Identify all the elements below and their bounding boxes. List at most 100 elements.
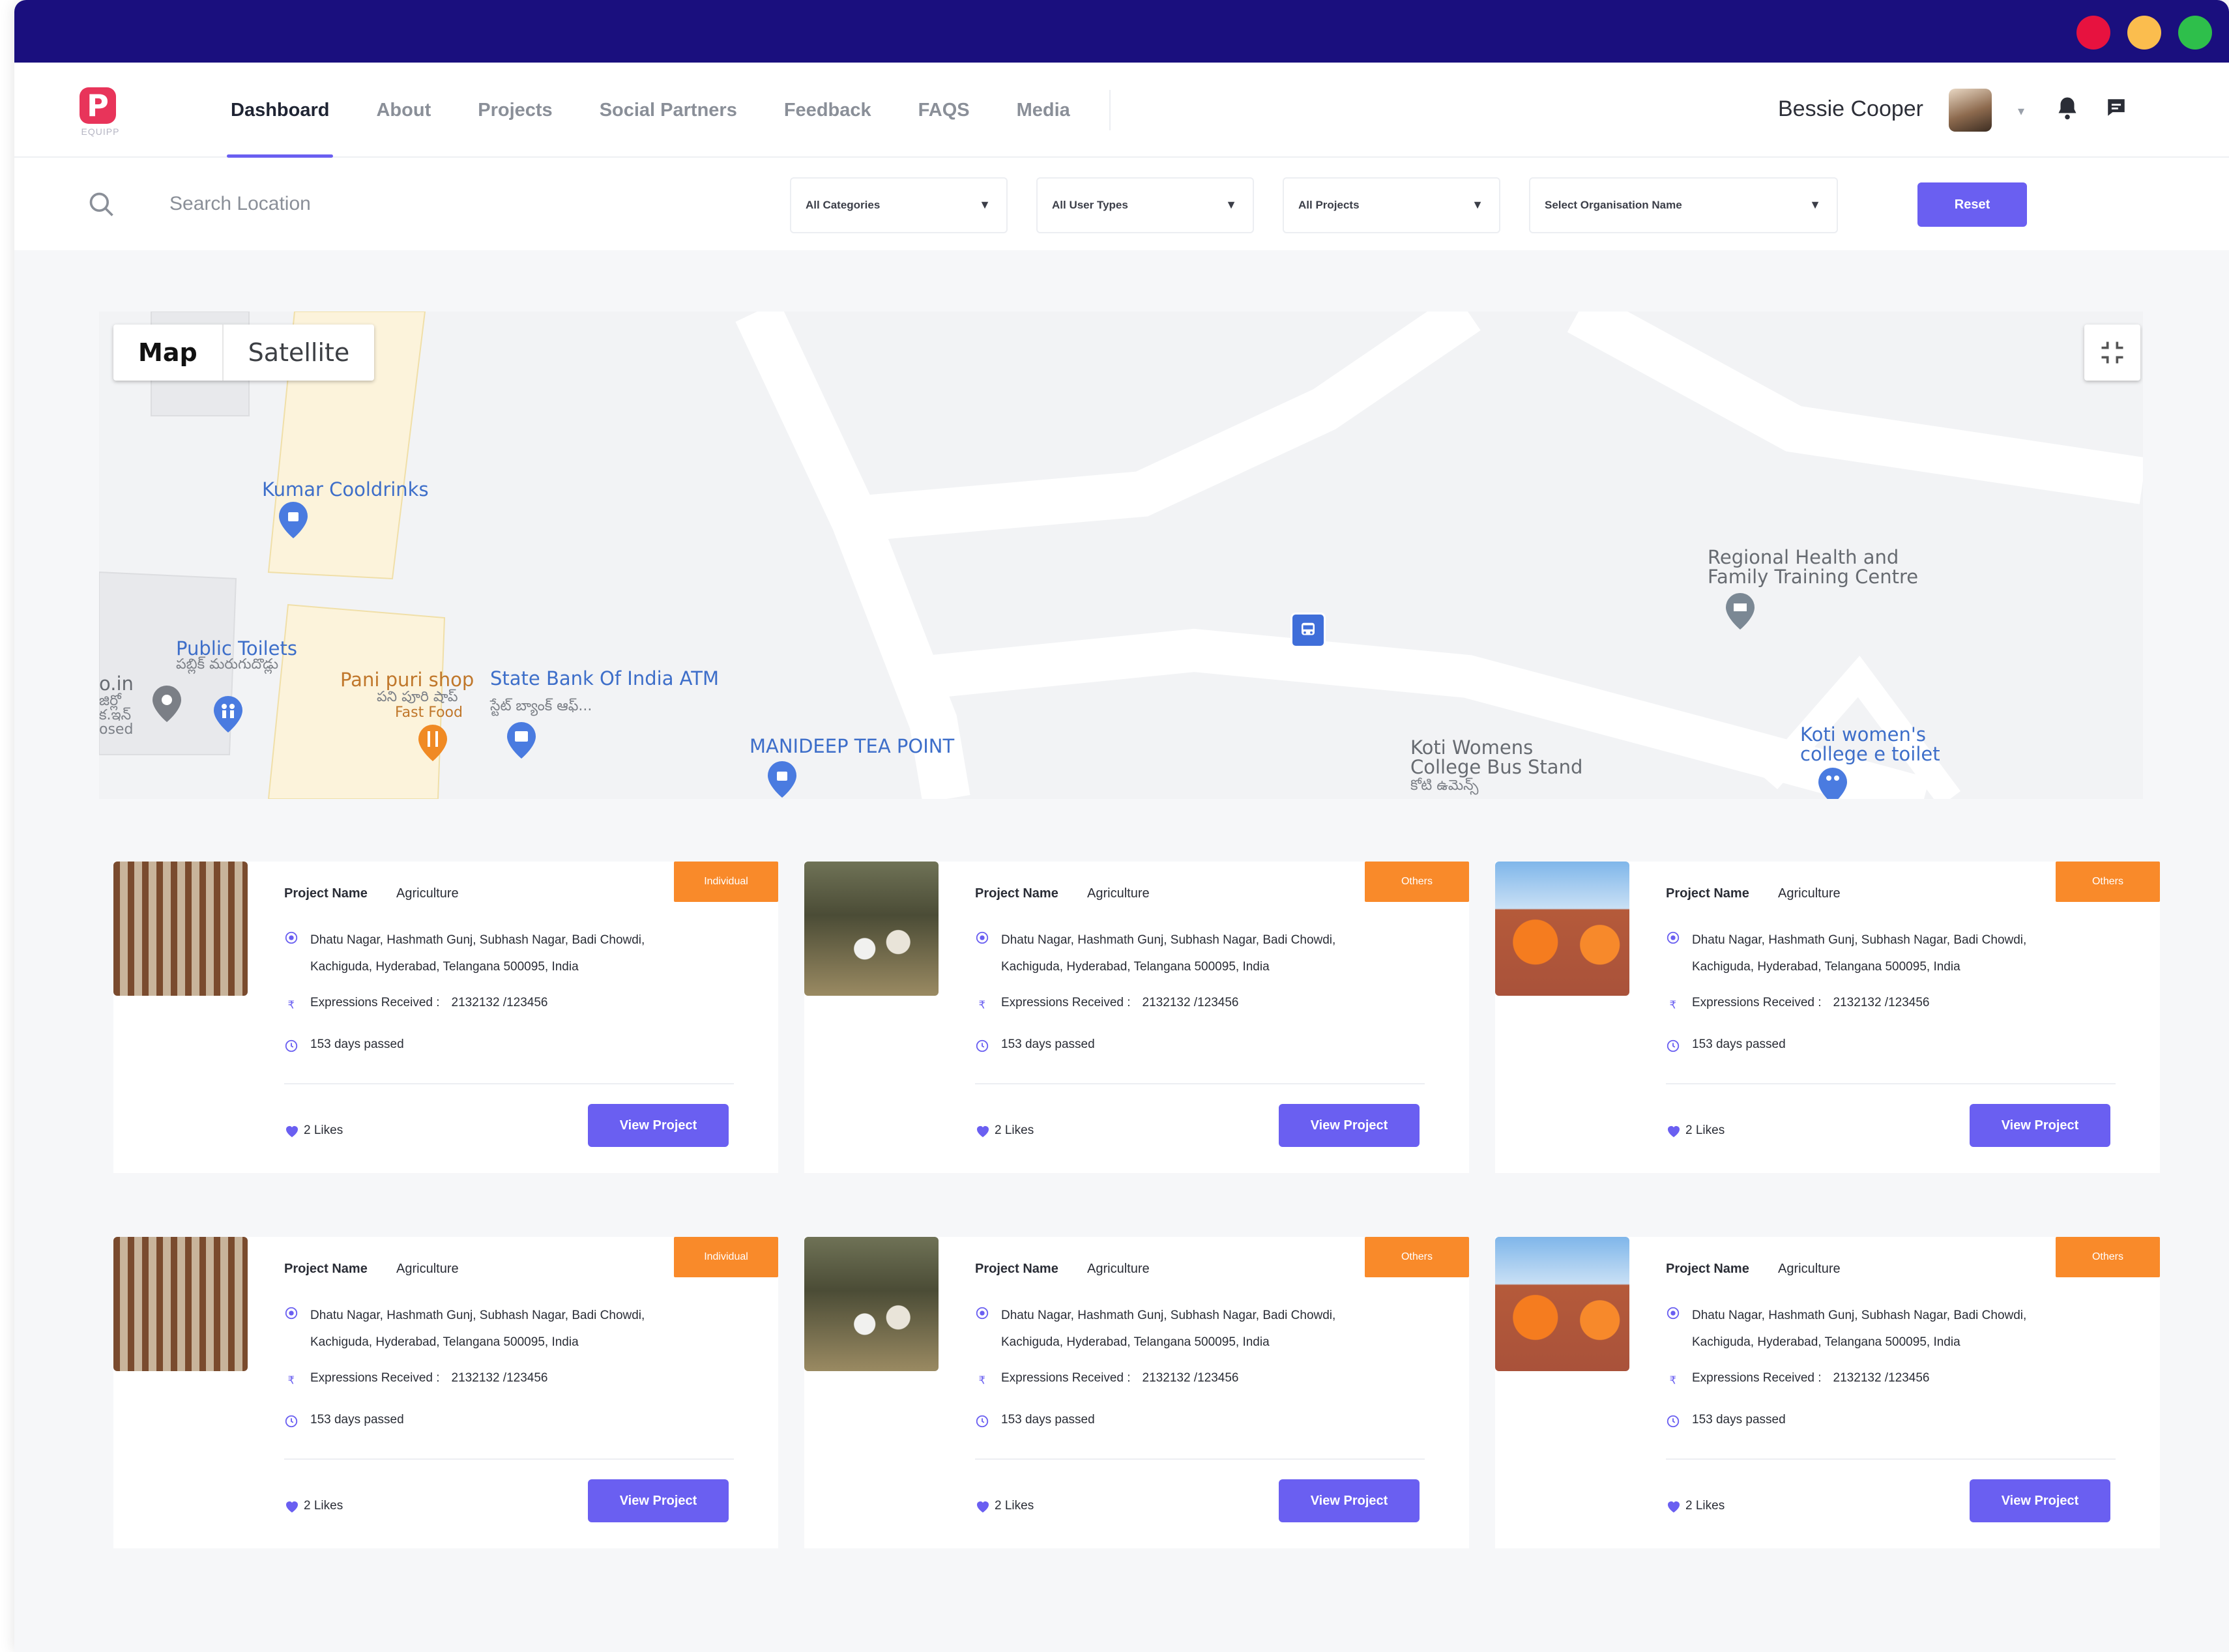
app-logo[interactable]: P EQUIPP: [72, 87, 129, 139]
poi-koti-bus-stand[interactable]: Koti Womens: [1410, 738, 1533, 757]
address-line-2: Kachiguda, Hyderabad, Telangana 500095, …: [310, 1335, 579, 1349]
poi-regional-health[interactable]: Regional Health and: [1708, 547, 1899, 567]
logo-wordmark: EQUIPP: [81, 126, 120, 137]
svg-text:₹: ₹: [288, 998, 295, 1011]
heart-icon[interactable]: [1666, 1123, 1682, 1138]
poi-manideep-tea-point[interactable]: MANIDEEP TEA POINT: [750, 736, 954, 756]
map-view[interactable]: Map Satellite Kumar Cooldrinks Public To…: [99, 312, 2143, 799]
view-project-button[interactable]: View Project: [1279, 1479, 1420, 1522]
reset-button[interactable]: Reset: [1917, 182, 2027, 227]
poi-clipped-name[interactable]: o.in: [99, 674, 134, 693]
heart-icon[interactable]: [1666, 1499, 1682, 1513]
poi-sbi-atm-local: స్టేట్ బ్యాంక్ ఆఫ్...: [490, 698, 592, 714]
avatar[interactable]: [1949, 89, 1992, 132]
shopping-pin-icon[interactable]: [279, 502, 308, 538]
nav-projects[interactable]: Projects: [454, 63, 575, 158]
project-type-badge: Individual: [674, 862, 778, 902]
nav-about[interactable]: About: [353, 63, 454, 158]
expressions-label: Expressions Received :: [1692, 996, 1822, 1009]
project-card: Individual Project Name Agriculture Dhat…: [113, 862, 778, 1173]
place-pin-icon[interactable]: [153, 686, 181, 722]
organisation-select-value: Select Organisation Name: [1545, 199, 1682, 211]
toilet-pin-icon[interactable]: [214, 696, 242, 732]
nav-social-partners[interactable]: Social Partners: [576, 63, 761, 158]
maximize-window-button[interactable]: [2178, 16, 2212, 50]
atm-pin-icon[interactable]: [507, 722, 536, 759]
address-line-2: Kachiguda, Hyderabad, Telangana 500095, …: [310, 960, 579, 974]
nav-feedback[interactable]: Feedback: [761, 63, 895, 158]
likes-count[interactable]: 2 Likes: [975, 1499, 1034, 1513]
likes-label: 2 Likes: [1685, 1499, 1725, 1513]
poi-koti-e-toilet[interactable]: Koti women's: [1800, 725, 1926, 744]
project-card: Others Project Name Agriculture Dhatu Na…: [1495, 862, 2160, 1173]
expressions-label: Expressions Received :: [310, 1371, 440, 1385]
map-type-map[interactable]: Map: [113, 325, 224, 381]
project-name-label: Project Name: [1666, 886, 1749, 901]
clock-icon: [285, 1415, 298, 1428]
poi-kumar-cooldrinks[interactable]: Kumar Cooldrinks: [262, 480, 429, 499]
heart-icon[interactable]: [284, 1123, 300, 1138]
clock-icon: [1667, 1039, 1680, 1052]
place-pin-icon[interactable]: [1726, 593, 1755, 630]
nav-faqs[interactable]: FAQS: [895, 63, 993, 158]
project-thumbnail[interactable]: [1495, 862, 1629, 996]
bus-stop-icon[interactable]: [1290, 613, 1326, 648]
project-thumbnail[interactable]: [113, 1237, 248, 1371]
likes-count[interactable]: 2 Likes: [284, 1499, 343, 1513]
project-type-badge: Individual: [674, 1237, 778, 1277]
view-project-button[interactable]: View Project: [1970, 1104, 2110, 1147]
fullscreen-exit-button[interactable]: [2084, 325, 2140, 381]
nav-media[interactable]: Media: [993, 63, 1094, 158]
poi-public-toilets[interactable]: Public Toilets: [176, 639, 297, 658]
poi-koti-e-toilet-line2: college e toilet: [1800, 743, 1940, 765]
heart-icon[interactable]: [284, 1499, 300, 1513]
view-project-button[interactable]: View Project: [588, 1479, 729, 1522]
heart-icon[interactable]: [975, 1123, 991, 1138]
project-thumbnail[interactable]: [113, 862, 248, 996]
poi-koti-bus-stand-line2: College Bus Stand: [1410, 756, 1583, 778]
chat-icon[interactable]: [2105, 96, 2127, 124]
view-project-button[interactable]: View Project: [1970, 1479, 2110, 1522]
close-window-button[interactable]: [2076, 16, 2110, 50]
search-icon[interactable]: [87, 190, 116, 219]
poi-sbi-atm[interactable]: State Bank Of India ATM: [490, 669, 719, 688]
shopping-pin-icon[interactable]: [768, 761, 796, 798]
organisation-select[interactable]: Select Organisation Name ▼: [1529, 177, 1838, 233]
project-select[interactable]: All Projects ▼: [1283, 177, 1500, 233]
address-line-1: Dhatu Nagar, Hashmath Gunj, Subhash Naga…: [1001, 933, 1336, 947]
likes-count[interactable]: 2 Likes: [1666, 1499, 1725, 1513]
likes-count[interactable]: 2 Likes: [284, 1123, 343, 1138]
location-icon: [285, 931, 298, 944]
likes-count[interactable]: 2 Likes: [975, 1123, 1034, 1138]
minimize-window-button[interactable]: [2127, 16, 2161, 50]
toilet-pin-icon[interactable]: [1818, 768, 1847, 799]
chevron-down-icon[interactable]: ▾: [2018, 103, 2024, 119]
nav-dashboard[interactable]: Dashboard: [207, 63, 353, 158]
likes-count[interactable]: 2 Likes: [1666, 1123, 1725, 1138]
days-passed: 153 days passed: [1692, 1413, 1786, 1427]
user-type-select[interactable]: All User Types ▼: [1036, 177, 1254, 233]
project-thumbnail[interactable]: [804, 1237, 939, 1371]
bell-icon[interactable]: [2056, 95, 2079, 128]
logo-mark: P: [80, 87, 116, 124]
project-name-label: Project Name: [1666, 1262, 1749, 1276]
expressions-received: Expressions Received : 2132132 /123456: [310, 996, 547, 1010]
heart-icon[interactable]: [975, 1499, 991, 1513]
category-select[interactable]: All Categories ▼: [790, 177, 1008, 233]
card-divider: [284, 1458, 734, 1460]
project-thumbnail[interactable]: [1495, 1237, 1629, 1371]
map-type-satellite[interactable]: Satellite: [224, 325, 375, 381]
likes-label: 2 Likes: [304, 1499, 343, 1513]
project-thumbnail[interactable]: [804, 862, 939, 996]
view-project-button[interactable]: View Project: [1279, 1104, 1420, 1147]
poi-pani-puri-shop[interactable]: Pani puri shop: [340, 670, 474, 689]
restaurant-pin-icon[interactable]: [418, 725, 447, 761]
view-project-button[interactable]: View Project: [588, 1104, 729, 1147]
search-location-input[interactable]: [169, 188, 626, 220]
rupee-icon: ₹: [1670, 1374, 1677, 1386]
likes-label: 2 Likes: [995, 1123, 1034, 1137]
expressions-received: Expressions Received : 2132132 /123456: [1692, 1371, 1929, 1385]
user-name[interactable]: Bessie Cooper: [1778, 96, 1923, 122]
project-name-label: Project Name: [284, 886, 368, 901]
filter-bar: All Categories ▼ All User Types ▼ All Pr…: [14, 158, 2229, 250]
